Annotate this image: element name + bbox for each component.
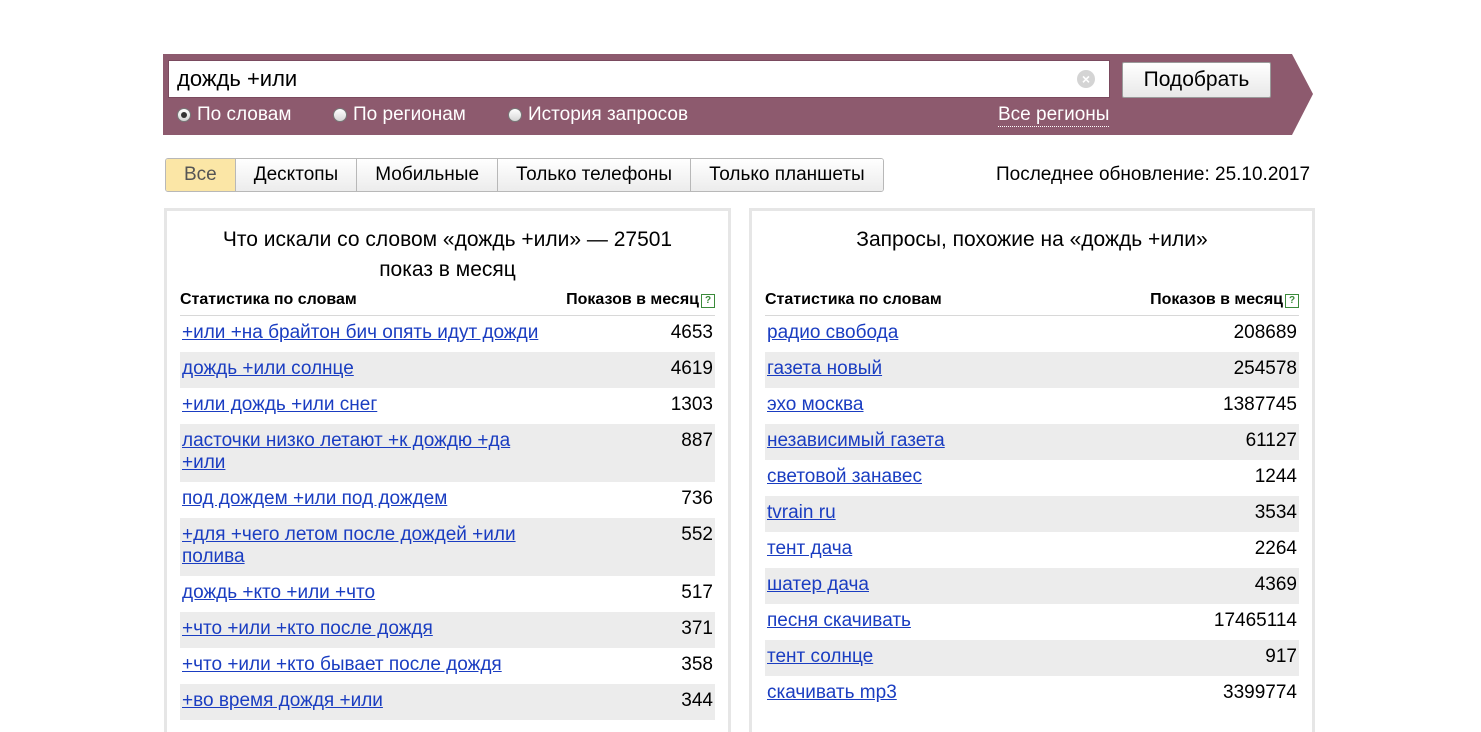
- phrase-link[interactable]: независимый газета: [765, 430, 1299, 452]
- right-panel: Запросы, похожие на «дождь +или» Статист…: [749, 208, 1315, 732]
- radio-checked-icon[interactable]: [177, 108, 191, 122]
- tab-tablets-only[interactable]: Только планшеты: [690, 159, 883, 191]
- phrase-link[interactable]: +или +на брайтон бич опять идут дожди: [180, 322, 715, 344]
- count-value: 3534: [1254, 502, 1297, 523]
- table-row: шатер дача 4369: [765, 568, 1299, 604]
- tab-mobile[interactable]: Мобильные: [356, 159, 498, 191]
- table-row: +для +чего летом после дождей +или полив…: [180, 518, 715, 576]
- table-row: +что +или +кто после дождя 371: [180, 612, 715, 648]
- table-row: тент дача 2264: [765, 532, 1299, 568]
- count-value: 61127: [1245, 430, 1297, 451]
- help-icon[interactable]: ?: [1285, 294, 1299, 308]
- table-row: tvrain ru 3534: [765, 496, 1299, 532]
- phrase-link[interactable]: радио свобода: [765, 322, 1299, 344]
- table-row: тент солнце 917: [765, 640, 1299, 676]
- search-bar: × Подобрать По словам По регионам Истори…: [163, 54, 1313, 135]
- radio-label: История запросов: [528, 104, 689, 125]
- phrase-link[interactable]: +что +или +кто бывает после дождя: [180, 654, 715, 676]
- table-header: Статистика по словам Показов в месяц?: [765, 289, 1299, 316]
- phrase-link[interactable]: +что +или +кто после дождя: [180, 618, 715, 640]
- count-value: 208689: [1233, 322, 1297, 343]
- left-table: +или +на брайтон бич опять идут дожди 465…: [180, 316, 715, 720]
- phrase-link[interactable]: под дождем +или под дождем: [180, 488, 715, 510]
- column-count-header: Показов в месяц?: [1150, 291, 1299, 309]
- table-row: газета новый 254578: [765, 352, 1299, 388]
- count-value: 254578: [1233, 358, 1297, 379]
- phrase-link[interactable]: +для +чего летом после дождей +или полив…: [180, 524, 542, 568]
- table-row: световой занавес 1244: [765, 460, 1299, 496]
- table-row: ласточки низко летают +к дождю +да +или 8…: [180, 424, 715, 482]
- count-value: 1244: [1254, 466, 1297, 487]
- count-value: 552: [681, 524, 713, 545]
- phrase-link[interactable]: тент дача: [765, 538, 1299, 560]
- count-value: 4369: [1254, 574, 1297, 595]
- count-value: 887: [681, 430, 713, 451]
- phrase-link[interactable]: газета новый: [765, 358, 1299, 380]
- table-row: эхо москва 1387745: [765, 388, 1299, 424]
- phrase-link[interactable]: тент солнце: [765, 646, 1299, 668]
- table-row: +во время дождя +или 344: [180, 684, 715, 720]
- search-input[interactable]: [169, 61, 1085, 97]
- radio-by-regions[interactable]: По регионам: [333, 104, 466, 126]
- count-value: 371: [681, 618, 713, 639]
- table-row: независимый газета 61127: [765, 424, 1299, 460]
- count-value: 736: [681, 488, 713, 509]
- count-value: 4619: [670, 358, 713, 379]
- device-tabs: Все Десктопы Мобильные Только телефоны Т…: [165, 158, 884, 192]
- table-row: скачивать mp3 3399774: [765, 676, 1299, 712]
- phrase-link[interactable]: скачивать mp3: [765, 682, 1299, 704]
- pick-button[interactable]: Подобрать: [1122, 62, 1271, 98]
- left-panel: Что искали со словом «дождь +или» — 2750…: [164, 208, 731, 732]
- right-table: радио свобода 208689 газета новый 254578 э…: [765, 316, 1299, 712]
- phrase-link[interactable]: tvrain ru: [765, 502, 1299, 524]
- count-value: 2264: [1254, 538, 1297, 559]
- count-value: 3399774: [1223, 682, 1297, 703]
- column-phrase-header: Статистика по словам: [765, 291, 942, 308]
- radio-history[interactable]: История запросов: [508, 104, 688, 126]
- table-row: +что +или +кто бывает после дождя 358: [180, 648, 715, 684]
- table-row: песня скачивать 17465114: [765, 604, 1299, 640]
- phrase-link[interactable]: ласточки низко летают +к дождю +да +или: [180, 430, 542, 474]
- table-header: Статистика по словам Показов в месяц?: [180, 289, 715, 316]
- table-row: радио свобода 208689: [765, 316, 1299, 352]
- count-value: 1387745: [1223, 394, 1297, 415]
- phrase-link[interactable]: эхо москва: [765, 394, 1299, 416]
- tab-desktops[interactable]: Десктопы: [234, 159, 357, 191]
- panel-title: Запросы, похожие на «дождь +или»: [856, 228, 1208, 251]
- clear-icon[interactable]: ×: [1077, 70, 1095, 88]
- count-value: 4653: [670, 322, 713, 343]
- column-count-header: Показов в месяц?: [566, 291, 715, 309]
- help-icon[interactable]: ?: [701, 294, 715, 308]
- count-value: 17465114: [1213, 610, 1297, 631]
- count-value: 358: [681, 654, 713, 675]
- table-row: под дождем +или под дождем 736: [180, 482, 715, 518]
- radio-unchecked-icon[interactable]: [333, 108, 347, 122]
- radio-by-words[interactable]: По словам: [177, 104, 291, 126]
- tab-all[interactable]: Все: [166, 159, 235, 191]
- table-row: дождь +или солнце 4619: [180, 352, 715, 388]
- phrase-link[interactable]: шатер дача: [765, 574, 1299, 596]
- phrase-link[interactable]: световой занавес: [765, 466, 1299, 488]
- count-value: 917: [1265, 646, 1297, 667]
- phrase-link[interactable]: +или дождь +или снег: [180, 394, 715, 416]
- all-regions-link[interactable]: Все регионы: [998, 104, 1110, 127]
- table-row: +или дождь +или снег 1303: [180, 388, 715, 424]
- column-phrase-header: Статистика по словам: [180, 291, 357, 308]
- table-row: дождь +кто +или +что 517: [180, 576, 715, 612]
- phrase-link[interactable]: дождь +кто +или +что: [180, 582, 715, 604]
- count-value: 517: [681, 582, 713, 603]
- count-value: 344: [681, 690, 713, 711]
- radio-label: По словам: [197, 104, 292, 125]
- last-update: Последнее обновление: 25.10.2017: [996, 164, 1311, 185]
- radio-label: По регионам: [353, 104, 466, 125]
- count-value: 1303: [670, 394, 713, 415]
- phrase-link[interactable]: дождь +или солнце: [180, 358, 715, 380]
- table-row: +или +на брайтон бич опять идут дожди 465…: [180, 316, 715, 352]
- phrase-link[interactable]: +во время дождя +или: [180, 690, 715, 712]
- panel-title: Что искали со словом «дождь +или» — 2750…: [222, 228, 673, 281]
- radio-unchecked-icon[interactable]: [508, 108, 522, 122]
- search-field: ×: [168, 60, 1110, 98]
- tab-phones-only[interactable]: Только телефоны: [497, 159, 691, 191]
